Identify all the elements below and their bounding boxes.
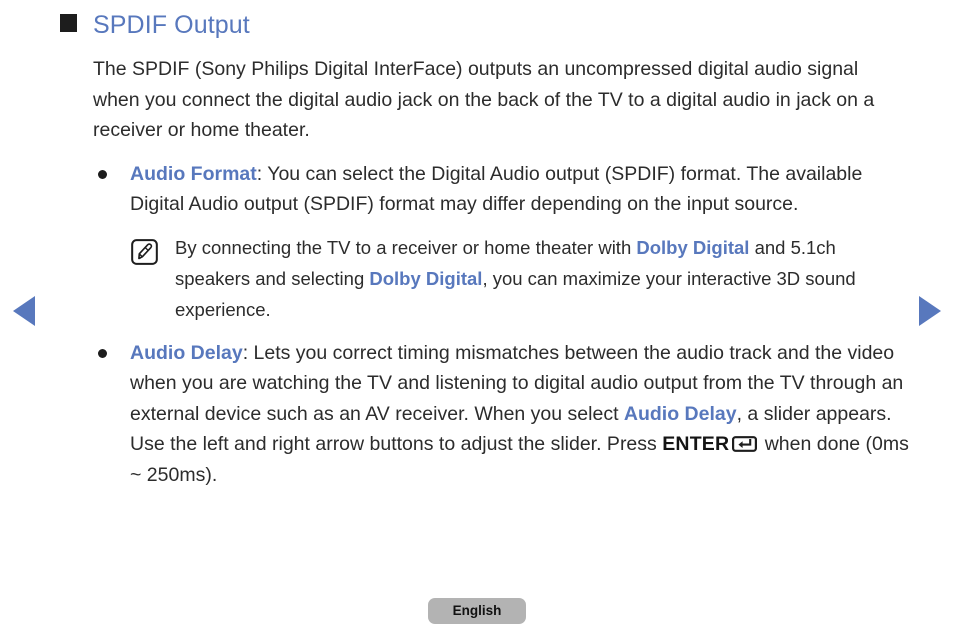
bullet-audio-format: Audio Format: You can select the Digital… [0, 159, 954, 220]
keyword-audio-delay: Audio Delay [623, 402, 737, 425]
term-audio-format: Audio Format [130, 162, 257, 185]
term-audio-delay: Audio Delay [130, 341, 243, 364]
language-button[interactable]: English [428, 598, 526, 624]
enter-key-icon [732, 432, 758, 452]
term-separator: : [256, 162, 268, 185]
enter-button-label: ENTER [662, 433, 730, 455]
intro-paragraph: The SPDIF (Sony Philips Digital InterFac… [93, 58, 875, 141]
note-pencil-icon [131, 238, 158, 265]
manual-page: SPDIF Output The SPDIF (Sony Philips Dig… [0, 0, 954, 624]
note-dolby-digital: By connecting the TV to a receiver or ho… [0, 232, 954, 325]
square-bullet-icon [60, 14, 77, 32]
page-title: SPDIF Output [93, 11, 250, 39]
note-keyword-dolby-digital-2: Dolby Digital [369, 267, 483, 289]
term-separator: : [242, 341, 254, 364]
bullet-audio-delay: Audio Delay: Lets you correct timing mis… [0, 338, 954, 491]
note-keyword-dolby-digital-1: Dolby Digital [636, 236, 750, 258]
content-column: SPDIF Output The SPDIF (Sony Philips Dig… [0, 0, 954, 490]
round-bullet-icon [98, 348, 107, 358]
note-text-part1: By connecting the TV to a receiver or ho… [175, 236, 637, 258]
round-bullet-icon [98, 169, 107, 179]
section-heading: SPDIF Output [0, 0, 954, 44]
